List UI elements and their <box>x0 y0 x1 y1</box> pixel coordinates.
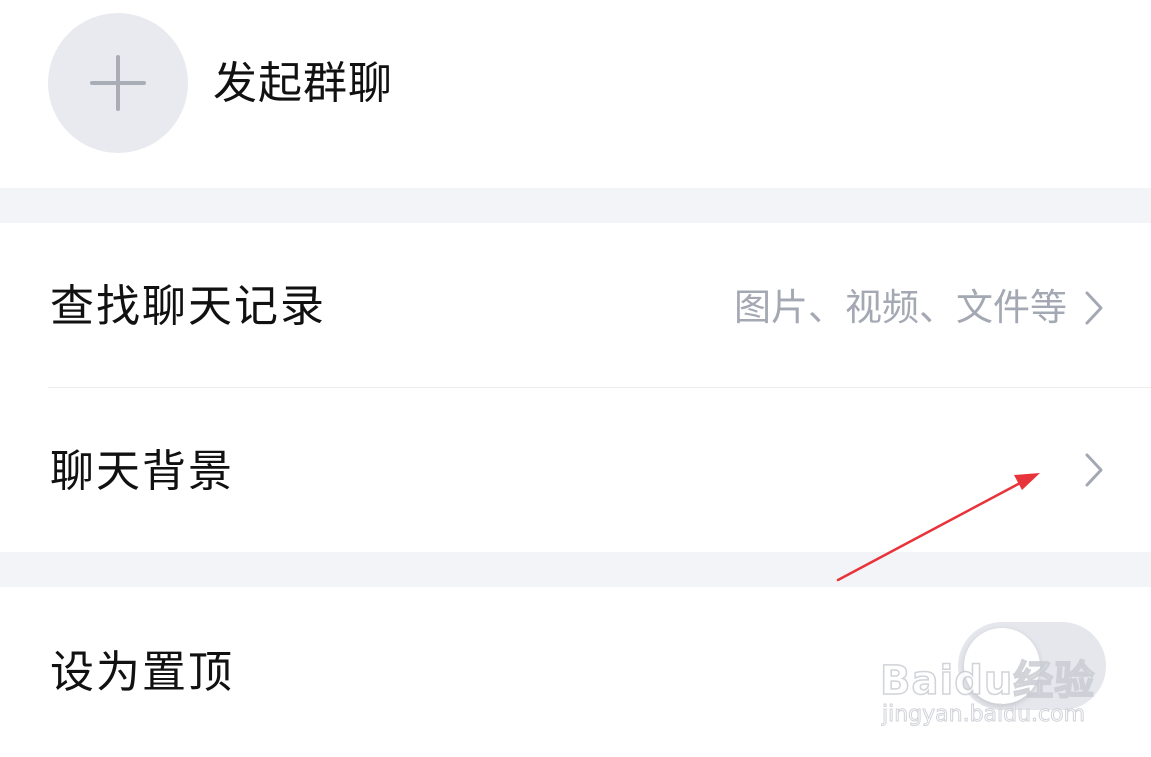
pin-to-top-label: 设为置顶 <box>50 647 234 698</box>
add-member-button[interactable] <box>48 13 188 153</box>
chevron-right-icon <box>1085 453 1103 487</box>
watermark-url: jingyan.baidu.com <box>881 702 1086 728</box>
search-chat-history-row[interactable]: 查找聊天记录 图片、视频、文件等 <box>0 223 1151 387</box>
chevron-right-icon <box>1085 291 1103 325</box>
chat-background-row[interactable]: 聊天背景 <box>0 388 1151 552</box>
section-separator <box>0 552 1151 587</box>
chat-settings-screen: 发起群聊 查找聊天记录 图片、视频、文件等 聊天背景 设为置顶 Baidu经验 … <box>0 0 1151 757</box>
start-group-chat-label: 发起群聊 <box>213 58 393 109</box>
start-group-chat-row[interactable]: 发起群聊 <box>0 0 1151 188</box>
search-chat-history-hint: 图片、视频、文件等 <box>734 286 1067 329</box>
watermark-brand: Baidu经验 <box>879 657 1096 705</box>
chat-background-label: 聊天背景 <box>50 446 234 497</box>
search-chat-history-label: 查找聊天记录 <box>50 281 326 332</box>
baidu-watermark: Baidu经验 jingyan.baidu.com <box>879 636 1100 736</box>
plus-icon <box>90 55 146 111</box>
section-separator <box>0 188 1151 223</box>
